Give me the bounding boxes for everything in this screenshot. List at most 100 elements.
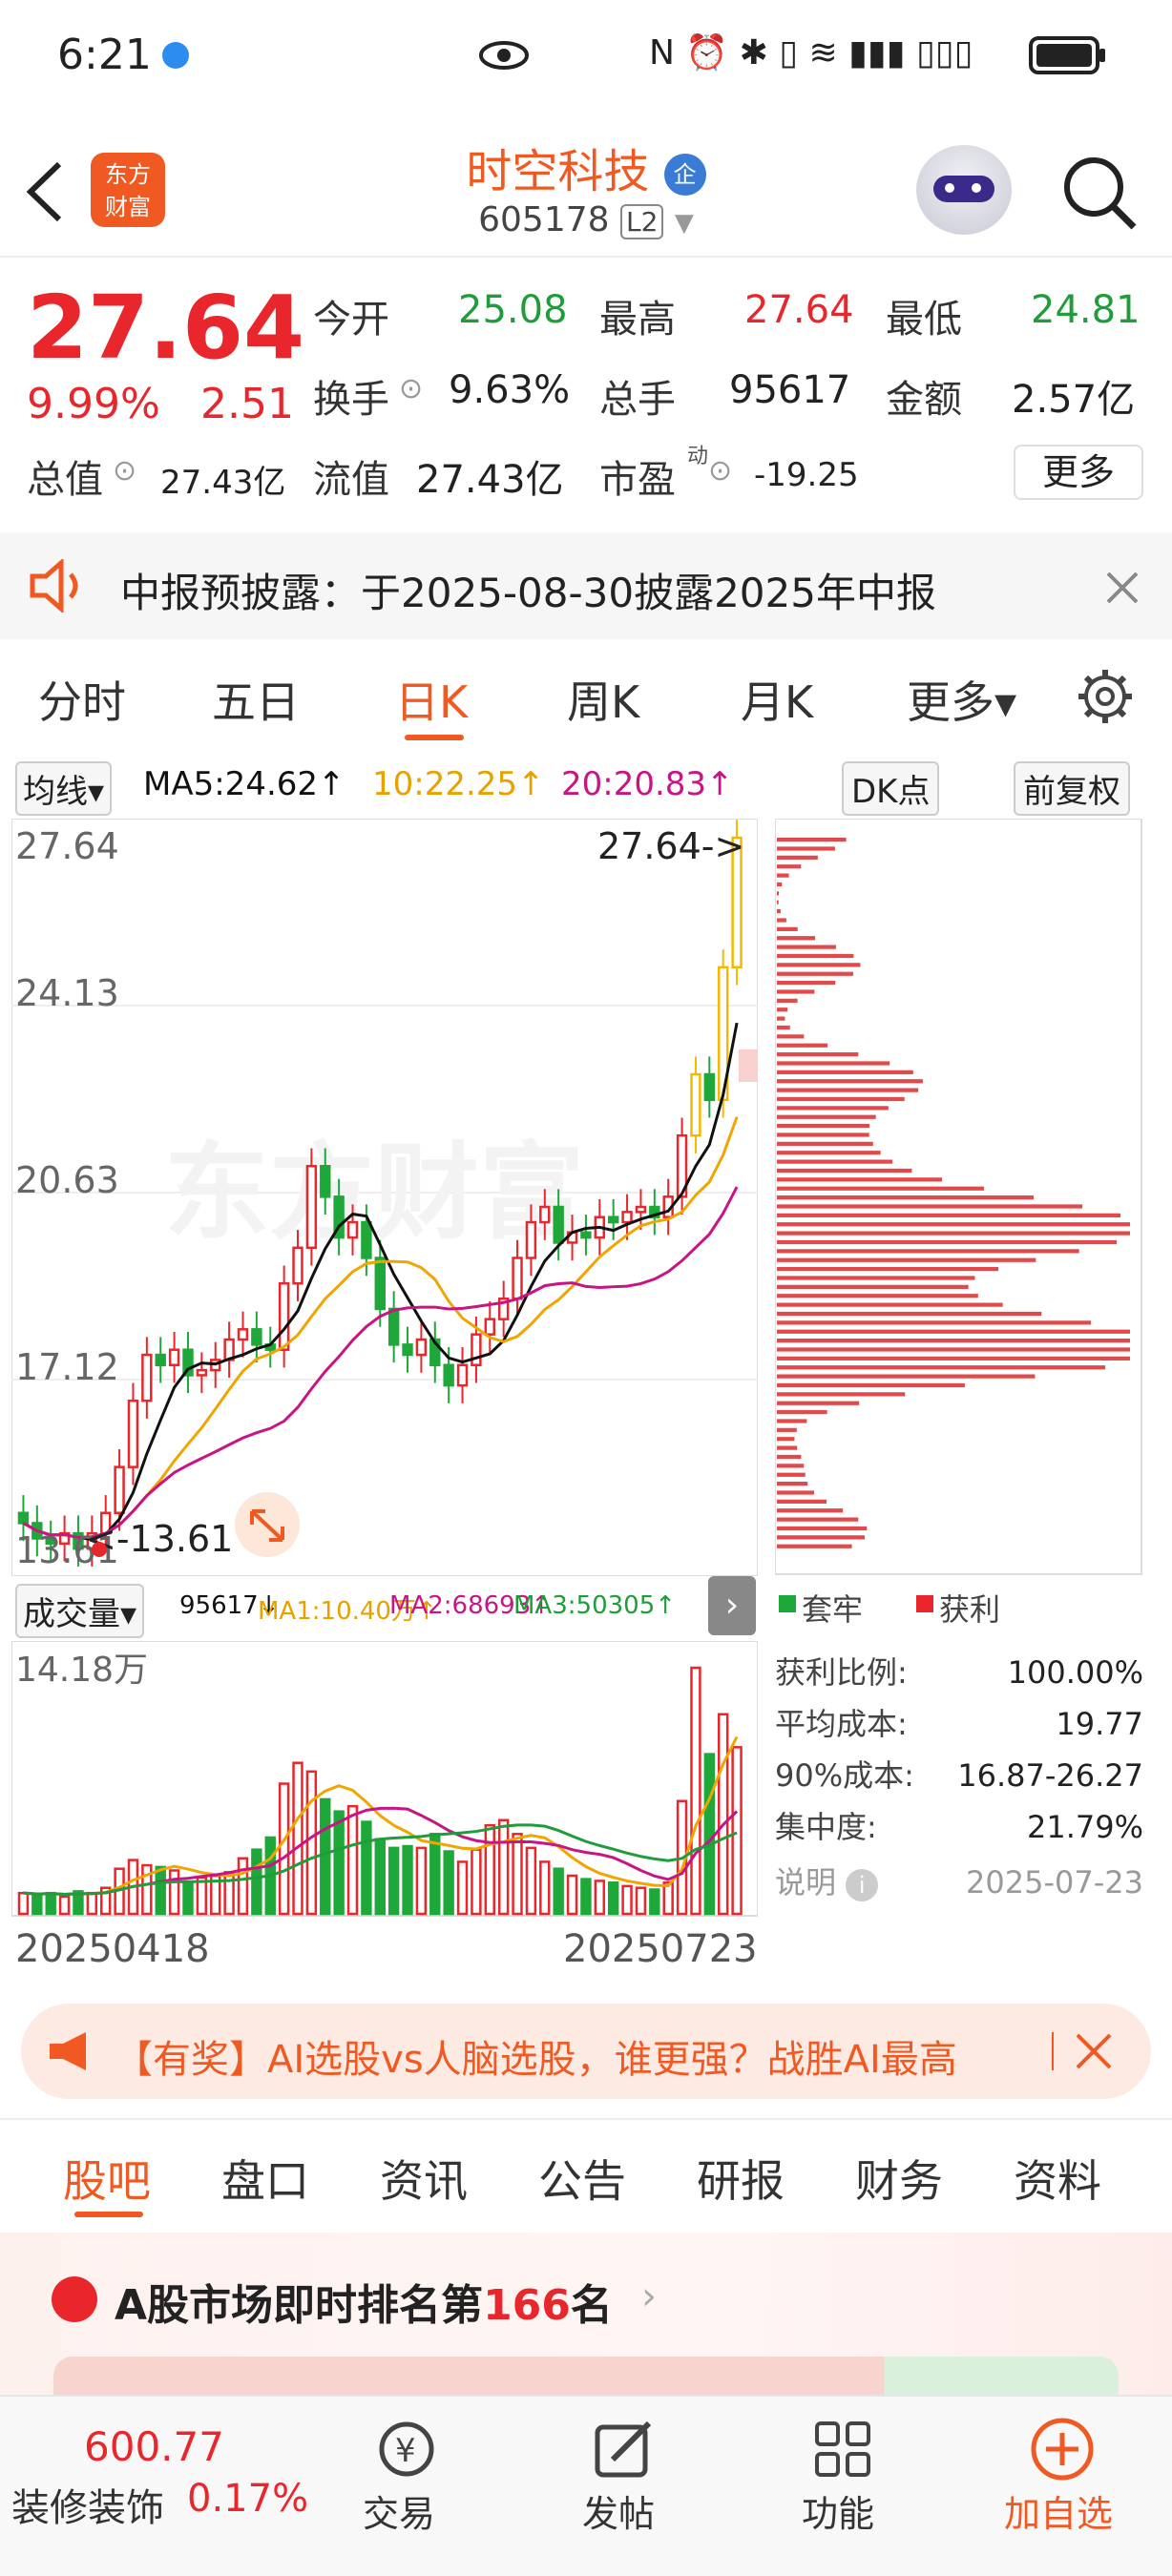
tab-more[interactable]: 更多▾ [907,668,1016,731]
tab-weekly-k[interactable]: 周K [567,668,639,731]
profit-ratio-row: 获利比例: 100.00% [775,1647,1143,1698]
pe-label: 市盈 [599,458,676,502]
last-price: 27.64 [27,277,305,379]
add-circle-icon[interactable] [1029,2416,1096,2483]
index-pct[interactable]: 0.17% [187,2477,308,2521]
nav-add-watchlist[interactable]: 加自选 [1004,2484,1113,2537]
promo-banner[interactable]: 【有奖】AI选股vs人脑选股，谁更强？战胜AI最高 [21,2004,1151,2099]
candlestick-chart[interactable]: 东方财富 27.64 24.13 20.63 17.12 13.61 27.64… [11,819,758,1576]
concentration-label: 集中度: [775,1809,877,1845]
chip-bar [777,1124,870,1129]
ma10-label: 10:22.25↑ [372,765,545,803]
tab-profile[interactable]: 资料 [1014,2147,1101,2210]
trade-icon[interactable]: ¥ [372,2418,441,2481]
nav-post[interactable]: 发帖 [582,2484,655,2537]
chip-bar [777,1034,805,1039]
dk-point-dropdown[interactable]: DK点 [842,761,940,816]
low-marker: <-13.61 [86,1518,233,1560]
info-icon[interactable]: ⊙ [113,454,136,488]
notice-bar[interactable]: 中报预披露：于2025-08-30披露2025年中报 [0,532,1172,639]
close-icon[interactable] [1075,2032,1113,2070]
chip-bar [777,1141,873,1146]
volume-bar [566,1874,578,1916]
post-icon[interactable] [592,2418,657,2481]
chip-bar [777,1392,906,1397]
eye-icon [479,41,529,70]
candle [635,1205,647,1214]
pe-sup: 动 [687,445,709,468]
date-start: 20250418 [15,1927,210,1971]
chevron-right-icon[interactable]: › [708,1576,756,1635]
adjust-button[interactable]: 前复权 [1014,761,1130,816]
avg-cost-row: 平均成本: 19.77 [775,1698,1143,1750]
candle [17,1511,30,1525]
chevron-down-icon: ▼ [674,209,694,238]
change-percent: 9.99% [27,380,160,428]
volume-bar [305,1770,318,1916]
grid-icon[interactable] [811,2418,874,2481]
cost90-label: 90%成本: [775,1757,914,1794]
index-name[interactable]: 装修装饰 [11,2477,164,2532]
volume-bar [251,1848,262,1916]
chip-bar [777,1132,869,1137]
banner-divider [1052,2032,1054,2070]
tab-news[interactable]: 资讯 [380,2147,468,2210]
chip-bar [777,1535,866,1540]
close-icon[interactable] [1105,571,1140,605]
chevron-right-icon: › [641,2275,657,2318]
enterprise-badge: 企 [663,154,706,196]
candle [114,1465,125,1515]
info-icon[interactable]: ⊙ [708,454,732,488]
candle [320,1165,331,1198]
chip-bar [777,953,854,959]
chip-bar [777,936,816,941]
search-icon[interactable] [1059,153,1140,233]
tab-monthly-k[interactable]: 月K [741,668,813,731]
gear-icon[interactable] [1077,668,1134,725]
expand-icon[interactable] [235,1492,300,1557]
chip-bar [777,981,836,986]
profit-ratio-label: 获利比例: [775,1654,908,1691]
volume-bar [703,1753,716,1916]
chip-bar [777,1070,913,1074]
info-icon[interactable]: ⊙ [399,372,423,405]
volume-bar [717,1713,729,1916]
nav-function[interactable]: 功能 [802,2484,874,2537]
more-button[interactable]: 更多 [1014,445,1143,500]
volume-dropdown[interactable]: 成交量▾ [15,1584,145,1638]
chip-bar [777,1544,852,1548]
tab-five-day[interactable]: 五日 [212,668,300,731]
chip-bar [777,1499,827,1504]
index-value[interactable]: 600.77 [84,2423,224,2470]
chip-bar [777,882,783,887]
tab-intraday[interactable]: 分时 [38,668,126,731]
tab-guba[interactable]: 股吧 [63,2147,151,2210]
candle [443,1363,454,1387]
volume-bar [635,1886,647,1916]
volume-bar [580,1878,592,1916]
ma-dropdown[interactable]: 均线▾ [15,761,113,816]
candle [168,1348,180,1366]
chip-note-row[interactable]: 说明 i 2025-07-23 [775,1857,1143,1908]
tab-pankou[interactable]: 盘口 [221,2147,309,2210]
tab-daily-k[interactable]: 日K [395,668,468,731]
chip-bar [777,926,798,931]
chip-bar [777,1151,881,1155]
active-tab-underline [405,735,464,740]
chip-bar [777,1356,1130,1361]
chip-bar [777,1177,943,1182]
turnover-label: 换手 [313,378,389,422]
nav-trade[interactable]: 交易 [363,2484,435,2537]
chip-bar [777,1204,1083,1209]
tab-finance[interactable]: 财务 [855,2147,943,2210]
ranking-card[interactable]: A股市场即时排名第166名 › [0,2233,1172,2395]
candle [402,1343,413,1357]
battery-icon [1029,36,1105,74]
volume-bar [237,1857,249,1916]
chip-bar [777,1052,859,1057]
tab-research[interactable]: 研报 [697,2147,785,2210]
tab-announcements[interactable]: 公告 [538,2147,626,2210]
chip-bar [777,1168,912,1174]
robot-avatar[interactable] [916,145,1012,235]
promo-text: 【有奖】AI选股vs人脑选股，谁更强？战胜AI最高 [115,2038,957,2082]
